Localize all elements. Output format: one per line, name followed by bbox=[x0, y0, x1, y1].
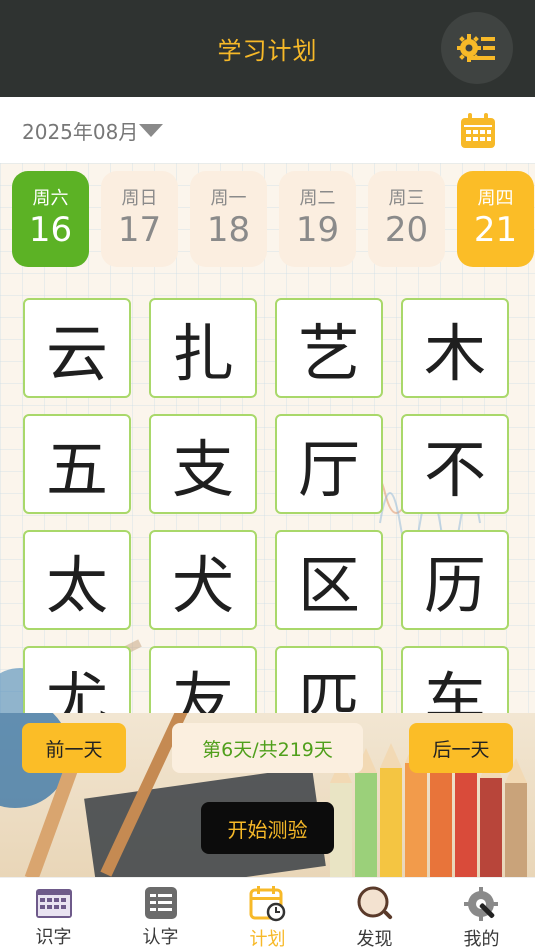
next-day-button[interactable]: 后一天 bbox=[409, 723, 513, 773]
date-number: 20 bbox=[384, 210, 429, 250]
date-number: 18 bbox=[206, 210, 251, 250]
character-card[interactable]: 区 bbox=[275, 530, 383, 630]
character-card[interactable]: 五 bbox=[23, 414, 131, 514]
day-chip-tue[interactable]: 周二 19 bbox=[279, 171, 356, 267]
keyboard-icon bbox=[35, 889, 72, 918]
calendar-icon[interactable] bbox=[460, 113, 496, 149]
character-card[interactable]: 云 bbox=[23, 298, 131, 398]
character-card[interactable]: 友 bbox=[149, 646, 257, 713]
month-selector[interactable]: 2025年08月 bbox=[22, 116, 138, 145]
caret-down-icon[interactable] bbox=[139, 124, 163, 138]
tab-label: 计划 bbox=[249, 929, 286, 950]
app-header: 学习计划 bbox=[0, 0, 535, 97]
character-card[interactable]: 扎 bbox=[149, 298, 257, 398]
tab-label: 发现 bbox=[356, 929, 393, 950]
tab-recognize[interactable]: 认字 bbox=[107, 878, 214, 952]
tab-plan[interactable]: 计划 bbox=[214, 878, 321, 952]
day-chip-wed[interactable]: 周三 20 bbox=[368, 171, 445, 267]
settings-icon bbox=[457, 34, 495, 62]
plan-content: 周六 16 周日 17 周一 18 周二 19 周三 20 周四 21 云 扎 … bbox=[0, 163, 535, 713]
day-chip-mon[interactable]: 周一 18 bbox=[190, 171, 267, 267]
date-number: 16 bbox=[28, 210, 73, 250]
month-bar: 2025年08月 bbox=[0, 97, 535, 163]
magnifier-icon bbox=[357, 886, 392, 920]
character-card[interactable]: 犬 bbox=[149, 530, 257, 630]
weekday-label: 周一 bbox=[210, 188, 247, 209]
tab-label: 识字 bbox=[35, 927, 72, 948]
day-chip-sat[interactable]: 周六 16 bbox=[12, 171, 89, 267]
control-area: 前一天 第6天/共219天 后一天 开始测验 bbox=[0, 713, 535, 877]
date-number: 19 bbox=[295, 210, 340, 250]
tab-discover[interactable]: 发现 bbox=[321, 878, 428, 952]
date-number: 17 bbox=[117, 210, 162, 250]
page-title: 学习计划 bbox=[217, 37, 318, 65]
settings-button[interactable] bbox=[441, 12, 513, 84]
character-card[interactable]: 历 bbox=[401, 530, 509, 630]
character-card[interactable]: 不 bbox=[401, 414, 509, 514]
weekday-label: 周二 bbox=[299, 188, 336, 209]
weekday-label: 周三 bbox=[388, 188, 425, 209]
weekday-label: 周六 bbox=[32, 188, 69, 209]
day-chip-sun[interactable]: 周日 17 bbox=[101, 171, 178, 267]
character-card[interactable]: 尤 bbox=[23, 646, 131, 713]
calendar-clock-icon bbox=[249, 886, 285, 922]
day-chip-thu[interactable]: 周四 21 bbox=[457, 171, 534, 267]
date-number: 21 bbox=[473, 210, 518, 250]
progress-indicator: 第6天/共219天 bbox=[172, 723, 363, 773]
weekday-label: 周四 bbox=[477, 188, 514, 209]
character-card[interactable]: 太 bbox=[23, 530, 131, 630]
character-card[interactable]: 艺 bbox=[275, 298, 383, 398]
bottom-tab-bar: 识字 认字 计划 发现 我的 bbox=[0, 877, 535, 952]
tab-mine[interactable]: 我的 bbox=[428, 878, 535, 952]
tab-label: 认字 bbox=[142, 927, 179, 948]
weekday-label: 周日 bbox=[121, 188, 158, 209]
gear-wrench-icon bbox=[463, 887, 498, 921]
character-card[interactable]: 厅 bbox=[275, 414, 383, 514]
card-list-icon bbox=[144, 887, 177, 919]
tab-label: 我的 bbox=[463, 929, 500, 950]
prev-day-button[interactable]: 前一天 bbox=[22, 723, 126, 773]
character-card[interactable]: 车 bbox=[401, 646, 509, 713]
start-quiz-button[interactable]: 开始测验 bbox=[201, 802, 334, 854]
character-card[interactable]: 匹 bbox=[275, 646, 383, 713]
character-card[interactable]: 木 bbox=[401, 298, 509, 398]
character-card[interactable]: 支 bbox=[149, 414, 257, 514]
tab-literacy[interactable]: 识字 bbox=[0, 878, 107, 952]
